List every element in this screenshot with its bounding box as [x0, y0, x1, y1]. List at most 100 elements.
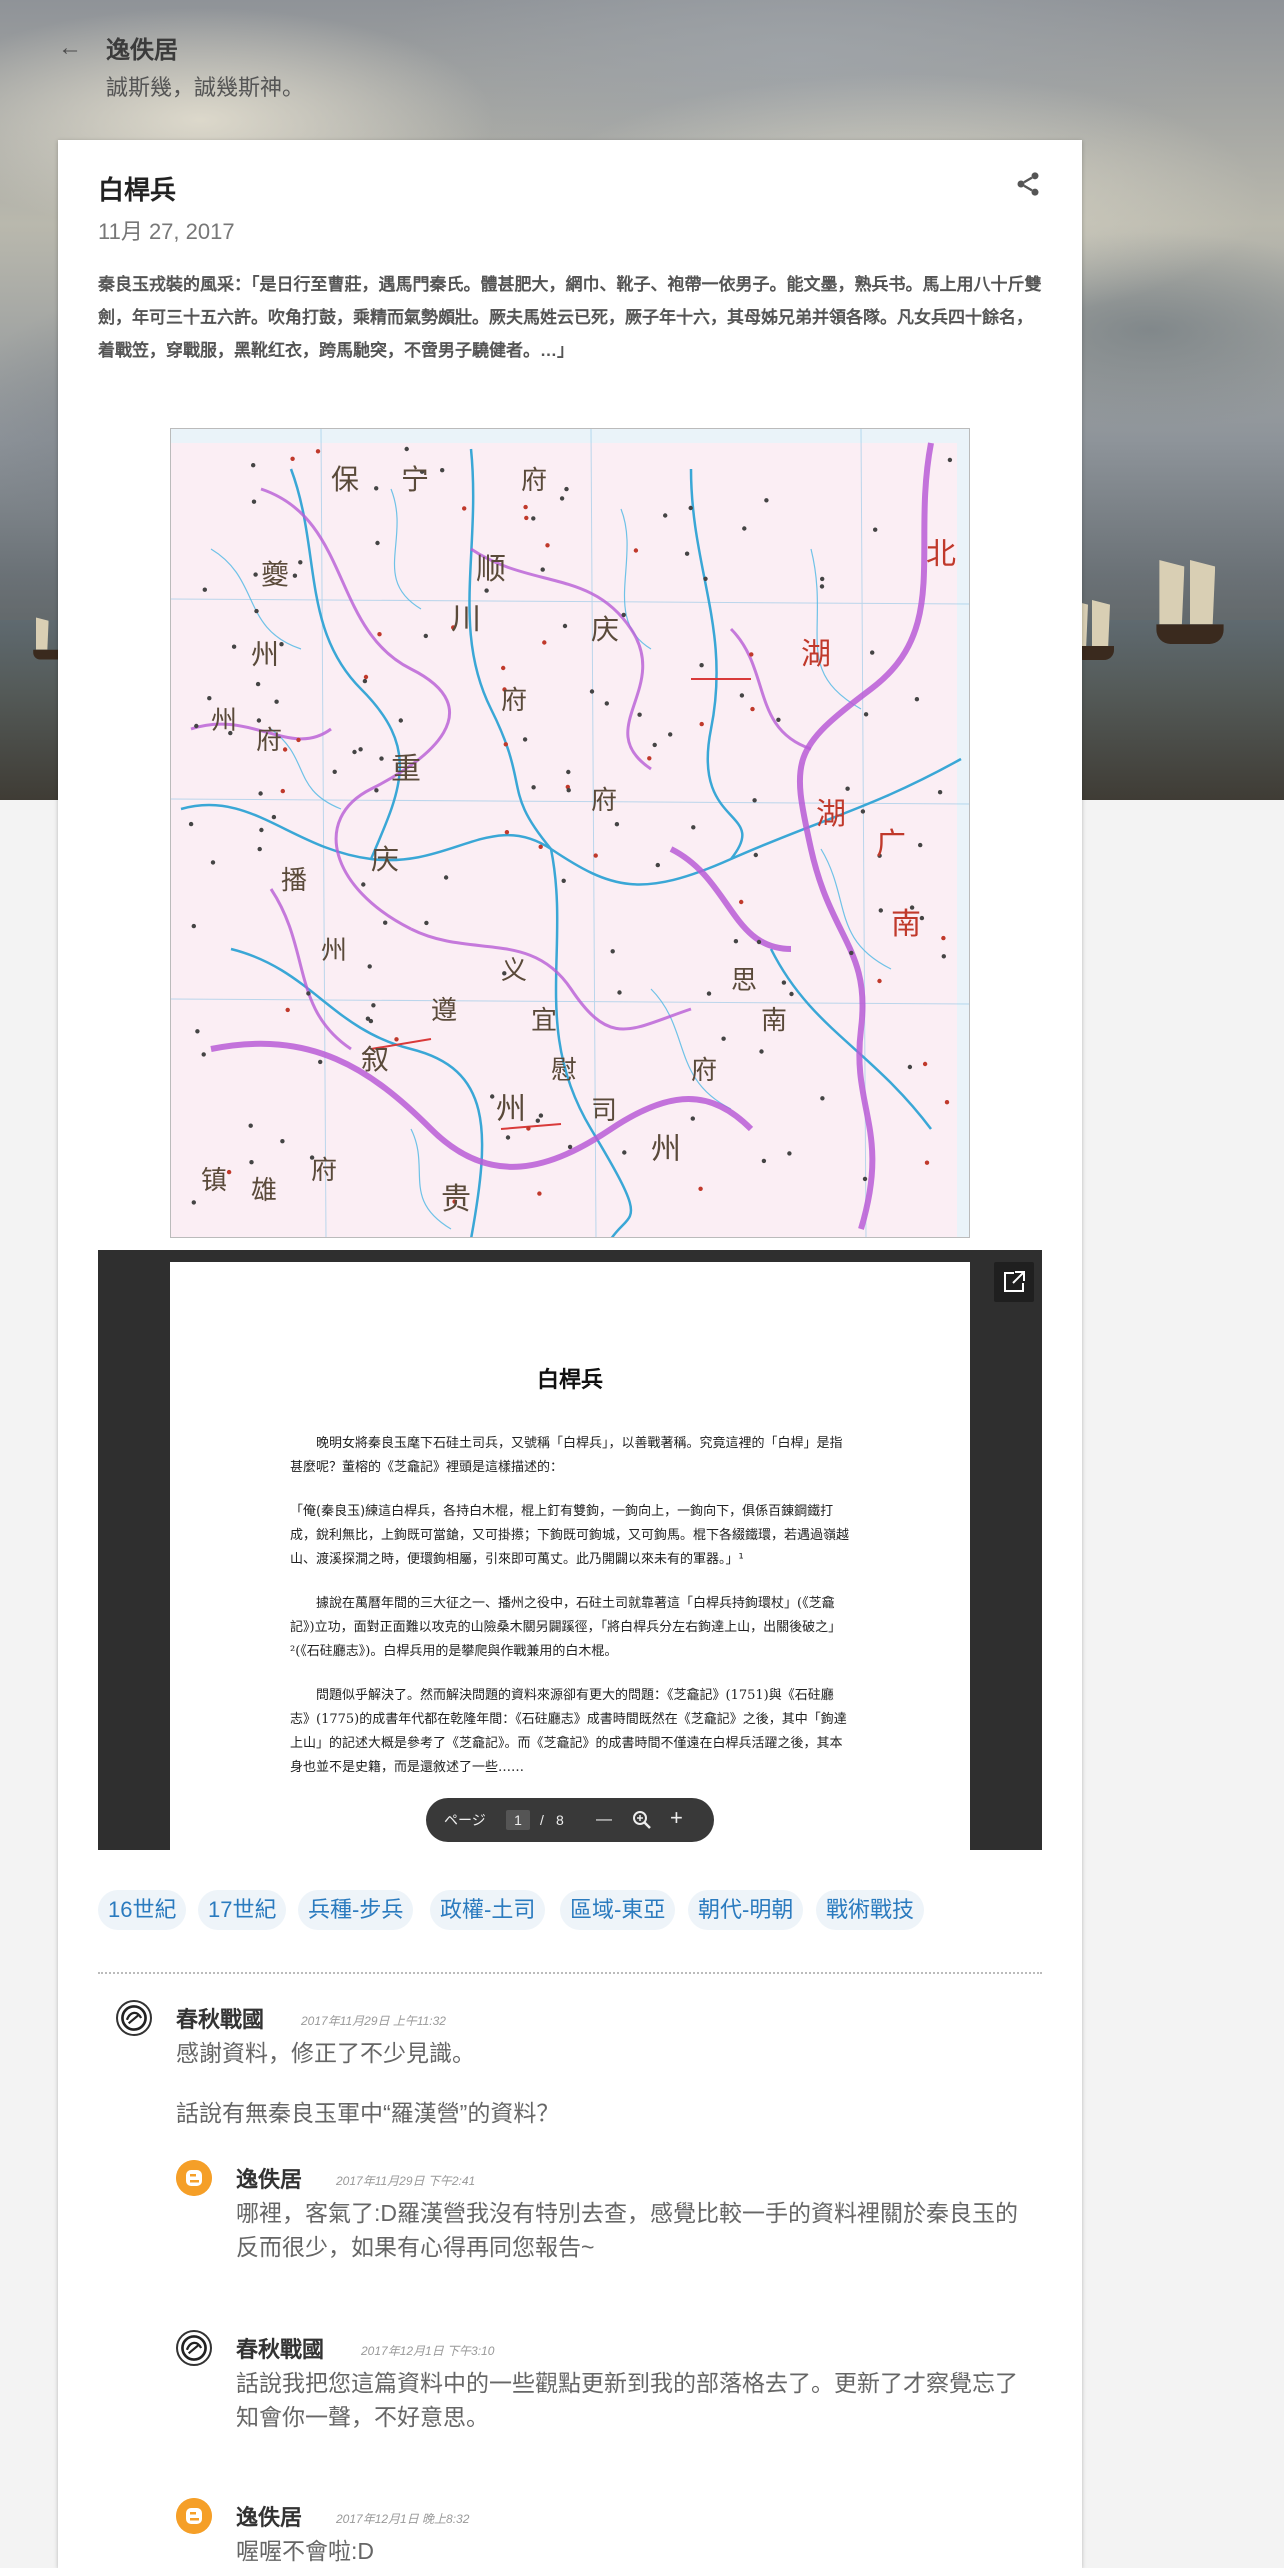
map-settlement-dot	[374, 486, 379, 491]
map-settlement-dot	[566, 788, 571, 793]
map-settlement-dot	[561, 878, 566, 883]
label-chip[interactable]: 政權-土司	[430, 1890, 546, 1930]
map-settlement-dot	[733, 939, 739, 944]
map-region-label: 州	[321, 936, 347, 966]
map-settlement-dot	[251, 463, 256, 468]
document-body: 晚明女將秦良玉麾下石硅土司兵，又號稱「白桿兵」，以善戰著稱。究竟這裡的「白桿」是…	[290, 1432, 850, 1800]
label-chip[interactable]: 兵種-步兵	[298, 1890, 414, 1930]
post-title[interactable]: 白桿兵	[98, 170, 176, 207]
open-in-new-button[interactable]	[994, 1262, 1034, 1302]
comment-author[interactable]: 春秋戰國	[236, 2332, 324, 2364]
map-settlement-dot	[254, 608, 259, 614]
map-settlement-dot	[699, 721, 704, 727]
comment-text: 感謝資料，修正了不少見識。	[176, 2040, 475, 2066]
map-settlement-dot	[394, 1037, 399, 1042]
label-chip[interactable]: 朝代-明朝	[688, 1890, 804, 1930]
map-settlement-dot	[566, 769, 571, 775]
map-settlement-dot	[490, 1094, 495, 1099]
map-settlement-dot	[484, 588, 489, 593]
map-settlement-dot	[789, 991, 794, 997]
map-settlement-dot	[849, 950, 854, 956]
map-settlement-dot	[756, 939, 762, 945]
map-region-label: 重	[391, 752, 421, 787]
map-settlement-dot	[306, 991, 311, 996]
comment-timestamp[interactable]: 2017年11月29日 上午11:32	[301, 2012, 446, 2029]
back-arrow-icon[interactable]: ←	[56, 34, 84, 62]
map-settlement-dot	[538, 844, 543, 849]
ink-seal-avatar-icon[interactable]	[176, 2330, 212, 2366]
viewer-toolbar: ページ 1 / 8 — +	[426, 1798, 714, 1842]
map-settlement-dot	[820, 1096, 825, 1101]
map-settlement-dot	[663, 513, 668, 518]
map-settlement-dot	[257, 846, 262, 852]
map-settlement-dot	[947, 457, 953, 463]
map-settlement-dot	[542, 640, 547, 645]
map-settlement-dot	[462, 506, 467, 511]
map-settlement-dot	[258, 791, 263, 796]
map-settlement-dot	[526, 1126, 531, 1131]
zoom-icon[interactable]	[632, 1810, 652, 1830]
share-icon[interactable]	[1014, 170, 1042, 198]
post-card: 白桿兵 11月 27, 2017 秦良玉戎裝的風采：「是日行至曹莊，遇馬門秦氏。…	[58, 140, 1082, 2568]
map-settlement-dot	[363, 674, 369, 680]
map-settlement-dot	[274, 699, 279, 704]
map-settlement-dot	[285, 1007, 290, 1013]
historical-map-image[interactable]: 北湖湖南广川府贵州州保宁府顺庆府夔州重庆叙州府播州遵义宜慰司思南府镇雄府	[170, 428, 970, 1238]
map-region-label: 庆	[591, 613, 619, 646]
map-settlement-dot	[545, 543, 550, 548]
map-settlement-dot	[253, 572, 258, 577]
map-settlement-dot	[194, 723, 199, 729]
ink-seal-avatar-icon[interactable]	[116, 2000, 152, 2036]
current-page-input[interactable]: 1	[506, 1810, 530, 1830]
map-settlement-dot	[524, 515, 529, 521]
document-viewer[interactable]: 白桿兵 晚明女將秦良玉麾下石硅土司兵，又號稱「白桿兵」，以善戰著稱。究竟這裡的「…	[98, 1250, 1042, 1850]
comment-timestamp[interactable]: 2017年12月1日 下午3:10	[361, 2342, 494, 2359]
blog-title[interactable]: 逸佚居	[106, 30, 178, 65]
comment-text: 話說我把您這篇資料中的一些觀點更新到我的部落格去了。更新了才察覺忘了知會你一聲，…	[236, 2370, 1018, 2430]
blog-description: 誠斯幾，誠幾斯神。	[106, 75, 305, 100]
map-region-label: 府	[521, 466, 547, 496]
page-label: ページ	[444, 1812, 486, 1828]
map-settlement-dot	[845, 786, 850, 791]
map-region-label: 州	[496, 1092, 526, 1127]
map-settlement-dot	[358, 747, 363, 752]
label-chip[interactable]: 17世紀	[198, 1890, 287, 1930]
map-settlement-dot	[749, 652, 754, 657]
map-settlement-dot	[292, 573, 298, 578]
label-chip[interactable]: 戰術戰技	[816, 1890, 925, 1930]
map-settlement-dot	[248, 1123, 253, 1128]
map-settlement-dot	[251, 499, 257, 504]
post-date: 11月 27, 2017	[98, 219, 235, 244]
map-settlement-dot	[537, 1191, 542, 1196]
map-region-label: 湖	[801, 637, 831, 672]
map-settlement-dot	[315, 449, 321, 454]
document-paragraph: 晚明女將秦良玉麾下石硅土司兵，又號稱「白桿兵」，以善戰著稱。究竟這裡的「白桿」是…	[290, 1436, 843, 1475]
zoom-in-button[interactable]: +	[670, 1807, 683, 1829]
map-settlement-dot	[443, 875, 449, 880]
map-settlement-dot	[759, 1049, 764, 1054]
map-settlement-dot	[819, 584, 825, 589]
map-settlement-dot	[202, 587, 207, 592]
map-settlement-dot	[296, 737, 301, 743]
map-settlement-dot	[501, 665, 506, 671]
blogger-icon[interactable]	[176, 2160, 212, 2196]
map-settlement-dot	[271, 814, 277, 820]
zoom-out-button[interactable]: —	[596, 1810, 612, 1830]
comment-timestamp[interactable]: 2017年11月29日 下午2:41	[336, 2172, 475, 2189]
map-settlement-dot	[655, 862, 660, 868]
comment-reply: 春秋戰國 2017年12月1日 下午3:10 話說我把您這篇資料中的一些觀點更新…	[176, 2330, 1036, 2450]
map-settlement-dot	[256, 718, 262, 723]
comment-author[interactable]: 春秋戰國	[176, 2002, 264, 2034]
comment-timestamp[interactable]: 2017年12月1日 晚上8:32	[336, 2510, 469, 2527]
label-chip[interactable]: 區域-東亞	[560, 1890, 676, 1930]
comment-text: 喔喔不會啦:D	[236, 2538, 374, 2564]
label-chip[interactable]: 16世紀	[98, 1890, 187, 1930]
comment-author[interactable]: 逸佚居	[236, 2500, 302, 2532]
map-region-label: 州	[651, 1132, 681, 1167]
comment-author[interactable]: 逸佚居	[236, 2162, 302, 2194]
map-settlement-dot	[531, 785, 536, 790]
blogger-icon[interactable]	[176, 2498, 212, 2534]
map-settlement-dot	[191, 1200, 196, 1205]
map-settlement-dot	[361, 882, 366, 887]
map-region-label: 义	[501, 956, 527, 986]
